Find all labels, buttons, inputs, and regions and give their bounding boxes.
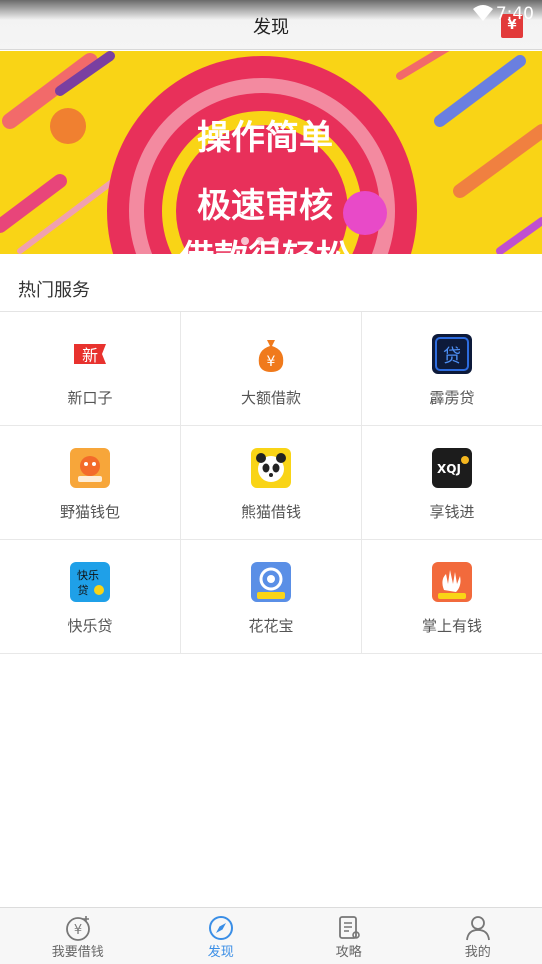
service-label: 快乐贷 bbox=[67, 617, 113, 635]
svg-text:¥: ¥ bbox=[74, 923, 82, 938]
service-label: 大额借款 bbox=[240, 389, 301, 407]
svg-text:XQJ: XQJ bbox=[437, 462, 461, 476]
banner-line-1: 操作简单 bbox=[197, 118, 333, 158]
service-label: 霹雳贷 bbox=[429, 389, 475, 407]
tab-label: 我的 bbox=[464, 945, 491, 960]
service-item-xqj[interactable]: XQJ 享钱进 bbox=[362, 426, 542, 540]
service-label: 享钱进 bbox=[429, 503, 475, 521]
service-label: 熊猫借钱 bbox=[240, 503, 301, 521]
tab-borrow[interactable]: ¥ 我要借钱 bbox=[10, 908, 146, 964]
tab-discover[interactable]: 发现 bbox=[153, 908, 289, 964]
banner-line-2: 极速审核 bbox=[197, 186, 333, 226]
xqj-icon: XQJ bbox=[432, 448, 472, 488]
huahua-bao-icon bbox=[251, 562, 291, 602]
app-header: 发现 ¥ bbox=[0, 0, 542, 50]
section-title: 热门服务 bbox=[18, 280, 90, 301]
service-item-large-loan[interactable]: ¥ 大额借款 bbox=[181, 312, 362, 426]
service-item-palm-money[interactable]: 掌上有钱 bbox=[362, 540, 542, 654]
palm-money-icon bbox=[432, 562, 472, 602]
service-item-kuaile-dai[interactable]: 快乐贷 快乐贷 bbox=[0, 540, 181, 654]
yen-coin-icon: ¥ bbox=[65, 916, 90, 941]
document-icon bbox=[338, 916, 360, 939]
bottom-tab-bar: ¥ 我要借钱 发现 攻略 我的 bbox=[0, 907, 542, 964]
svg-text:新: 新 bbox=[82, 346, 98, 365]
wifi-icon bbox=[473, 5, 493, 21]
tab-label: 攻略 bbox=[335, 945, 362, 960]
service-item-pili-dai[interactable]: 贷 霹雳贷 bbox=[362, 312, 542, 426]
svg-text:快乐: 快乐 bbox=[77, 569, 99, 582]
tab-guides[interactable]: 攻略 bbox=[281, 908, 417, 964]
banner-line-3: 借款很轻松 bbox=[179, 238, 350, 254]
service-label: 新口子 bbox=[67, 389, 113, 407]
tab-label: 发现 bbox=[207, 945, 234, 960]
tab-me[interactable]: 我的 bbox=[410, 908, 542, 964]
pili-dai-icon: 贷 bbox=[432, 334, 472, 374]
kuaile-dai-icon: 快乐贷 bbox=[70, 562, 110, 602]
svg-text:贷: 贷 bbox=[78, 583, 89, 597]
panda-icon bbox=[251, 448, 291, 488]
service-label: 花花宝 bbox=[248, 617, 294, 635]
user-icon bbox=[465, 916, 490, 941]
money-bag-icon: ¥ bbox=[251, 334, 291, 374]
page-title: 发现 bbox=[253, 17, 289, 38]
service-item-xinkouzi[interactable]: 新 新口子 bbox=[0, 312, 181, 426]
wildcat-icon bbox=[70, 448, 110, 488]
promo-banner[interactable]: 操作简单 极速审核 借款很轻松 bbox=[0, 51, 542, 254]
service-item-wildcat[interactable]: 野猫钱包 bbox=[0, 426, 181, 540]
service-label: 掌上有钱 bbox=[421, 617, 482, 635]
service-item-huahua-bao[interactable]: 花花宝 bbox=[181, 540, 362, 654]
service-item-panda[interactable]: 熊猫借钱 bbox=[181, 426, 362, 540]
svg-text:贷: 贷 bbox=[443, 346, 461, 367]
service-label: 野猫钱包 bbox=[59, 503, 120, 521]
new-tag-icon: 新 bbox=[70, 334, 110, 374]
tab-label: 我要借钱 bbox=[51, 945, 104, 960]
status-time: 7:40 bbox=[495, 4, 534, 24]
compass-icon bbox=[208, 916, 233, 940]
svg-text:¥: ¥ bbox=[267, 354, 276, 370]
